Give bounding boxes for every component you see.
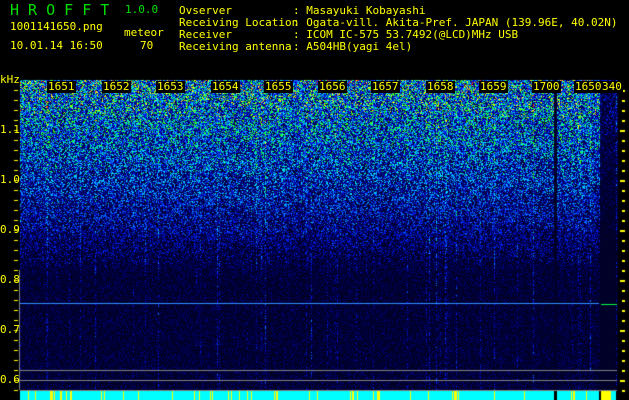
time-label: 1657 [371,80,400,93]
time-label: 1654 [211,80,240,93]
file-name: 1001141650.png [10,20,103,33]
y-tick-label: 1.1 [0,123,20,136]
y-tick-label: 0.9 [0,223,20,236]
time-label: 1658 [426,80,455,93]
y-tick-label: 1.0 [0,173,20,186]
app-title: H R O F F T [10,1,110,19]
info-label-antenna: Receiving antenna [179,40,292,53]
time-label: 1700 [532,80,561,93]
info-value-antenna: : A504HB(yagi 4el) [293,40,413,53]
y-axis-unit: kHz [0,73,20,86]
spectrogram [0,0,629,400]
time-label: 1652 [102,80,131,93]
y-tick-label: 0.8 [0,273,20,286]
time-label: 1651 [47,80,76,93]
time-label: 1659 [479,80,508,93]
time-label: 1656 [318,80,347,93]
meteor-count: 70 [140,39,154,52]
time-label: 1655 [264,80,293,93]
time-label: 1653 [156,80,185,93]
time-label: 1650 [574,80,603,93]
file-datetime: 10.01.14 16:50 [10,39,103,52]
y-tick-label: 0.6 [0,373,20,386]
app-version: 1.0.0 [125,3,159,16]
hrofft-window: H R O F F T 1.0.0 1001141650.png 10.01.1… [0,0,629,400]
y-tick-label: 0.7 [0,323,20,336]
time-label: 340 [601,80,623,93]
meteor-label: meteor [124,26,164,39]
